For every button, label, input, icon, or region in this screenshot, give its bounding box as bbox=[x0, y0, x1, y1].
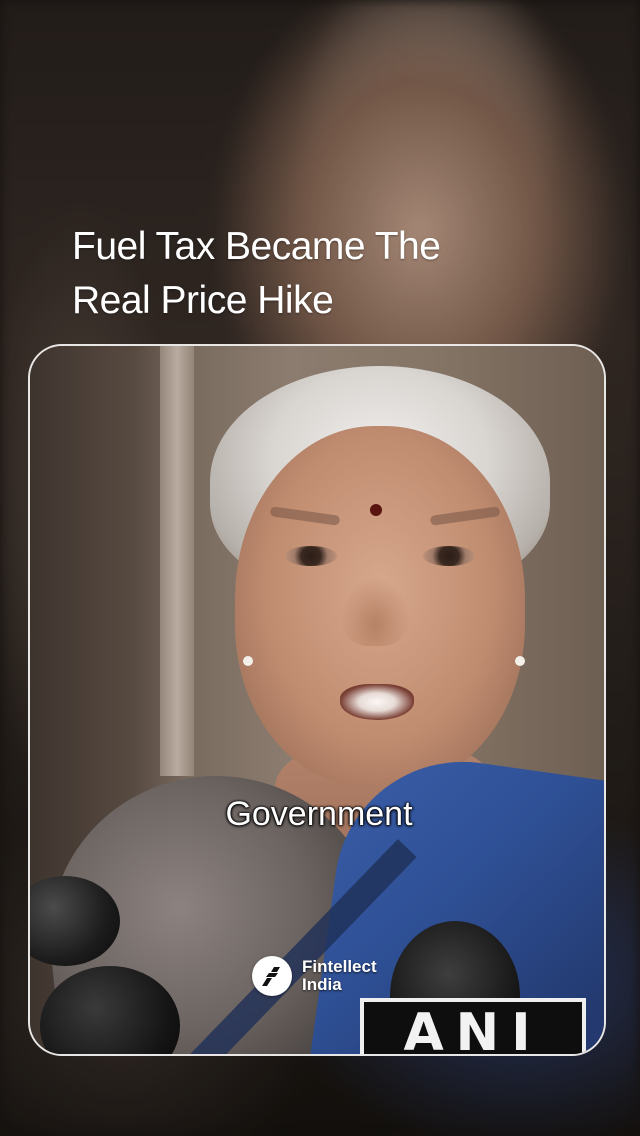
mouth bbox=[340, 684, 414, 720]
nose bbox=[340, 576, 410, 646]
reel-screen: Fuel Tax Became The Real Price Hike ANI … bbox=[0, 0, 640, 1136]
ani-mic-plate: ANI bbox=[360, 998, 586, 1054]
brand-watermark: Fintellect India bbox=[252, 956, 377, 996]
video-caption: Government bbox=[225, 795, 413, 833]
left-eye bbox=[285, 546, 337, 566]
headline-line-2: Real Price Hike bbox=[72, 279, 334, 322]
door-frame bbox=[160, 346, 194, 776]
right-earring bbox=[515, 656, 525, 666]
fintellect-logo-icon bbox=[252, 956, 292, 996]
fintellect-logo-glyph-icon bbox=[262, 967, 280, 986]
right-eye bbox=[423, 546, 475, 566]
bindi bbox=[370, 504, 382, 516]
headline-line-1: Fuel Tax Became The bbox=[72, 225, 441, 268]
left-earring bbox=[243, 656, 253, 666]
video-card[interactable]: ANI Government Fintellect India bbox=[28, 344, 606, 1056]
headline: Fuel Tax Became The Real Price Hike bbox=[72, 220, 592, 328]
brand-name-line-1: Fintellect bbox=[302, 957, 377, 976]
brand-name: Fintellect India bbox=[302, 958, 377, 994]
brand-name-line-2: India bbox=[302, 975, 342, 994]
